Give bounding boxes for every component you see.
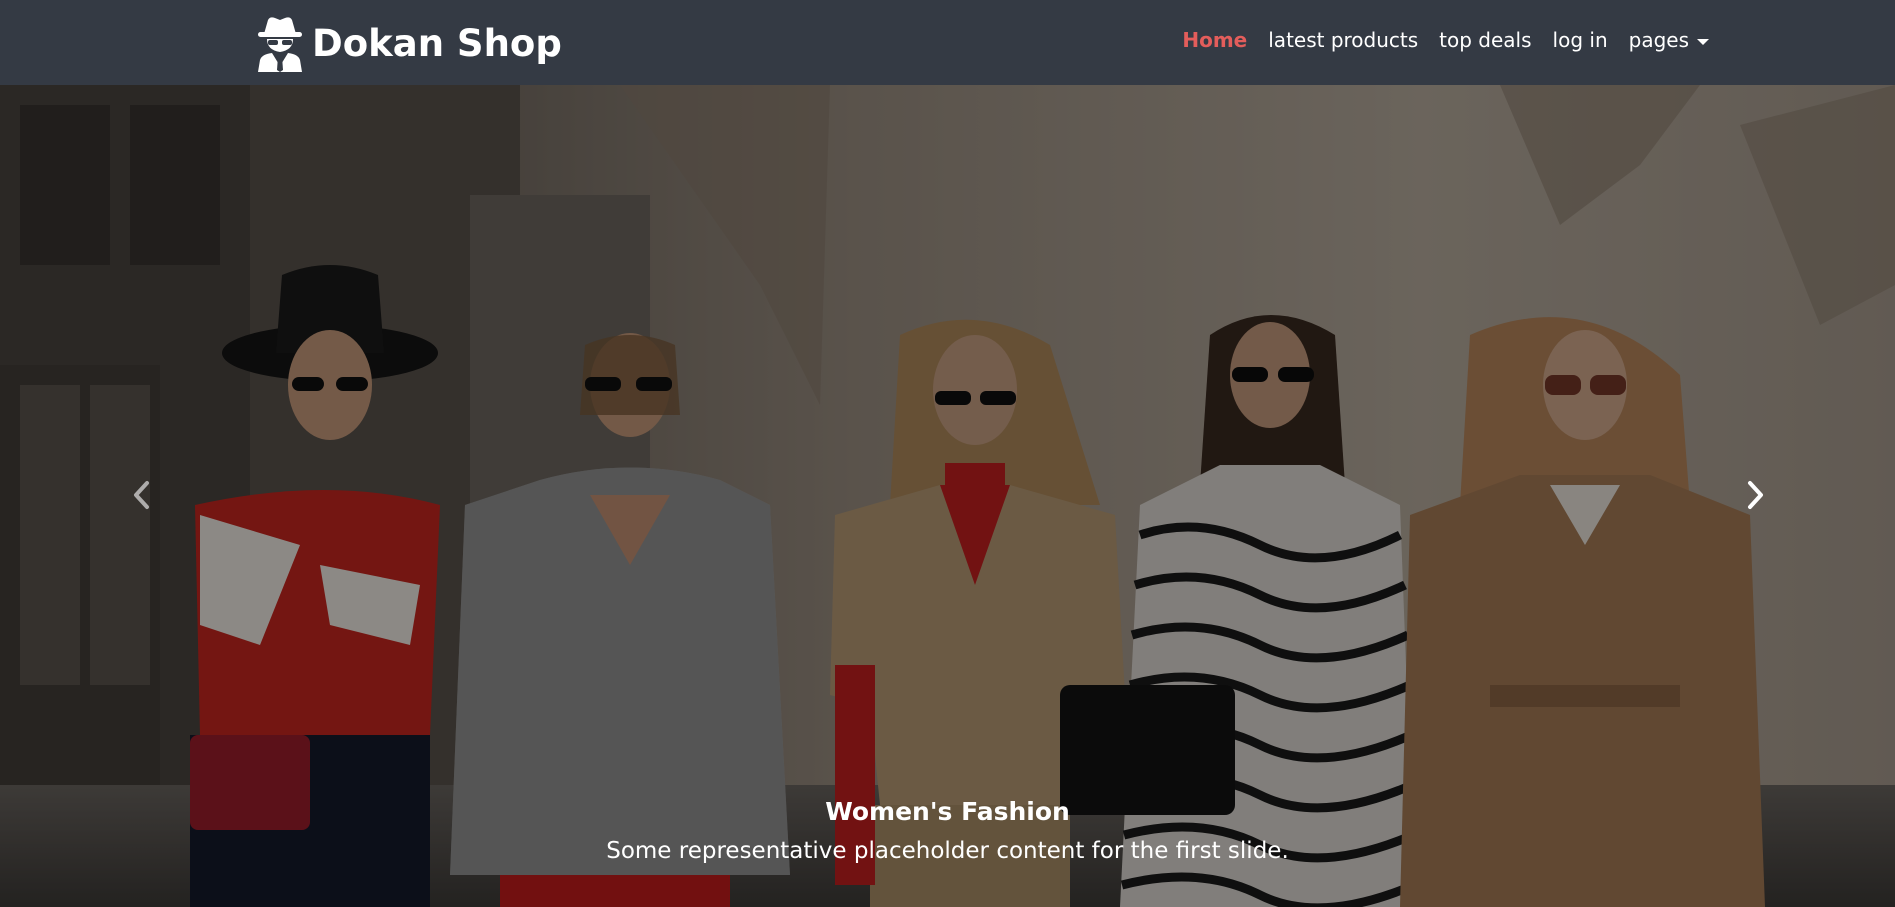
nav-link-log-in[interactable]: log in	[1553, 28, 1608, 52]
brand-logo-link[interactable]: Dokan Shop	[254, 5, 562, 81]
nav-menu: Home latest products top deals log in pa…	[1182, 0, 1709, 80]
hero-carousel: Women's Fashion Some representative plac…	[0, 85, 1895, 907]
chevron-left-icon	[134, 481, 149, 509]
nav-link-latest-products[interactable]: latest products	[1268, 28, 1418, 52]
nav-link-top-deals[interactable]: top deals	[1439, 28, 1531, 52]
spy-icon	[258, 17, 302, 72]
slide-caption: Women's Fashion Some representative plac…	[0, 797, 1895, 864]
brand-name: Dokan Shop	[312, 21, 562, 65]
caret-down-icon	[1697, 38, 1709, 45]
navbar: Dokan Shop Home latest products top deal…	[0, 0, 1895, 85]
nav-dropdown-pages-label: pages	[1628, 28, 1689, 52]
slide-description: Some representative placeholder content …	[606, 838, 1289, 864]
carousel-next-button[interactable]	[1725, 460, 1785, 530]
slide-title: Women's Fashion	[825, 797, 1070, 826]
chevron-right-icon	[1748, 481, 1763, 509]
nav-link-home[interactable]: Home	[1182, 28, 1247, 52]
slide-overlay	[0, 85, 1895, 907]
carousel-prev-button[interactable]	[112, 460, 172, 530]
nav-dropdown-pages[interactable]: pages	[1629, 28, 1709, 52]
